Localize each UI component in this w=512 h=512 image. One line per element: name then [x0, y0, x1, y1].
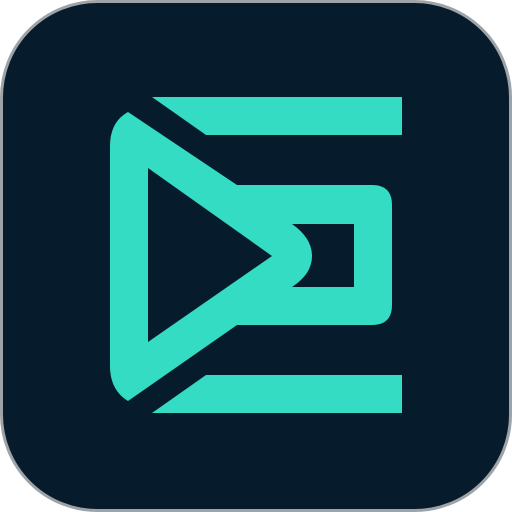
- icon-background: [0, 0, 512, 512]
- video-play-logo-icon: [0, 0, 512, 512]
- app-icon[interactable]: [0, 0, 512, 512]
